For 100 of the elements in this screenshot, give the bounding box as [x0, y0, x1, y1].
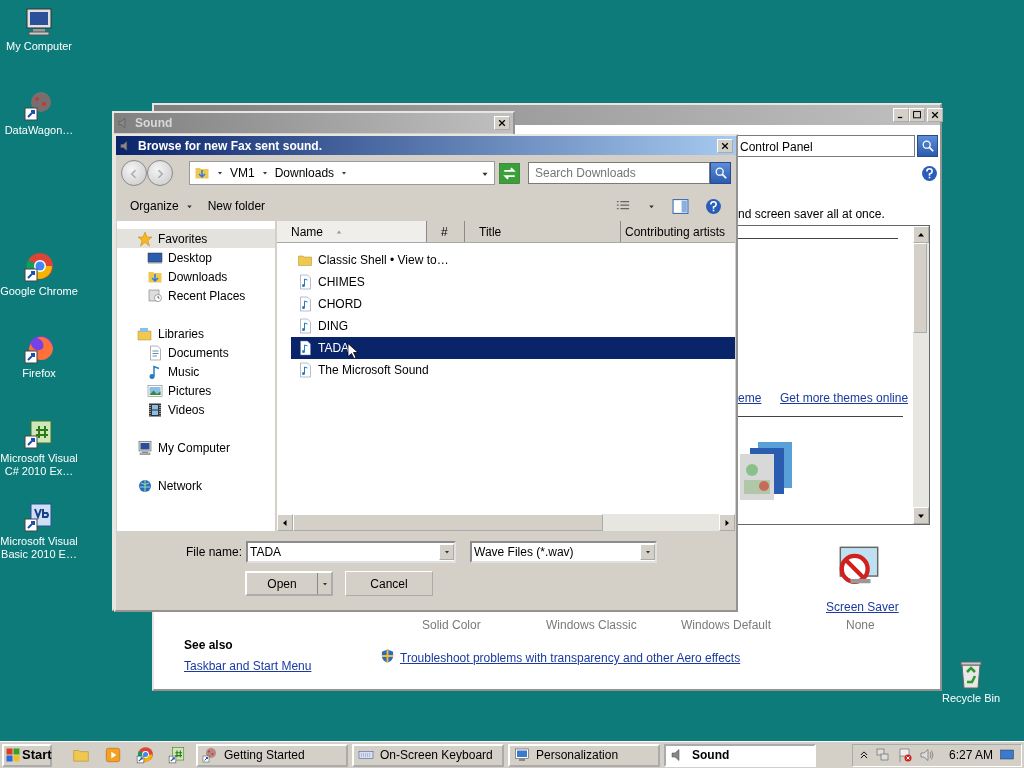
- code-editor-icon[interactable]: [23, 501, 55, 533]
- scrollbar[interactable]: [277, 514, 735, 531]
- monitor-icon[interactable]: [999, 747, 1015, 763]
- close-icon: [720, 140, 730, 151]
- nav-item[interactable]: Libraries: [117, 324, 275, 343]
- close-icon: [497, 118, 507, 128]
- theme-label[interactable]: Windows Default: [681, 616, 772, 634]
- nav-item[interactable]: Pictures: [117, 381, 275, 400]
- folder-icon: [297, 252, 313, 268]
- caret-icon[interactable]: [260, 169, 269, 177]
- cancel-button[interactable]: Cancel: [345, 571, 433, 596]
- audio-file-icon: [297, 362, 313, 378]
- icon-label[interactable]: Microsoft Visual C# 2010 Ex…: [0, 452, 81, 478]
- computer-icon: [137, 439, 153, 456]
- warning-flag-icon[interactable]: [896, 747, 913, 763]
- file-row[interactable]: CHORD: [291, 293, 735, 315]
- nav-item[interactable]: My Computer: [117, 438, 275, 457]
- star-icon: [137, 230, 153, 247]
- link[interactable]: eme: [738, 389, 762, 407]
- nav-item[interactable]: Downloads: [117, 267, 275, 286]
- nav-item[interactable]: Network: [117, 476, 275, 495]
- dropdown-arrow-icon[interactable]: [643, 548, 652, 556]
- icon-label[interactable]: My Computer: [6, 40, 72, 53]
- dropdown-arrow-icon[interactable]: [442, 548, 451, 556]
- refresh-icon[interactable]: [499, 162, 520, 184]
- breadcrumb-item[interactable]: Downloads: [274, 164, 335, 182]
- taskbar-button[interactable]: Personalization: [508, 743, 660, 767]
- computer-icon[interactable]: [23, 6, 55, 38]
- browser-icon[interactable]: [23, 333, 55, 365]
- link[interactable]: Troubleshoot problems with transparency and other Aero effects: [400, 649, 741, 667]
- column-header[interactable]: Title: [465, 221, 621, 242]
- windows-flag-icon: [5, 747, 21, 763]
- close-button[interactable]: [927, 108, 943, 122]
- theme-label[interactable]: Solid Color: [422, 616, 481, 634]
- file-row[interactable]: CHIMES: [291, 271, 735, 293]
- column-header[interactable]: Name: [277, 221, 427, 242]
- caret-icon[interactable]: [216, 169, 224, 177]
- back-button[interactable]: [121, 160, 147, 186]
- help-icon[interactable]: [921, 165, 938, 182]
- browser-icon[interactable]: [136, 746, 154, 764]
- scroll-left-icon[interactable]: [281, 518, 289, 527]
- nav-item[interactable]: Desktop: [117, 248, 275, 267]
- breadcrumb-item[interactable]: VM1: [230, 164, 255, 182]
- description-text: nd screen saver all at once.: [738, 206, 885, 223]
- icon-label[interactable]: Google Chrome: [0, 285, 78, 298]
- taskbar-button[interactable]: Getting Started: [196, 743, 348, 767]
- scrollbar[interactable]: [913, 226, 929, 524]
- chevron-up-icon[interactable]: [858, 749, 869, 761]
- film-icon: [147, 401, 163, 418]
- start-button[interactable]: Start: [2, 743, 52, 767]
- media-player-icon[interactable]: [104, 746, 122, 764]
- search-button[interactable]: [710, 162, 731, 184]
- window-title: Browse for new Fax sent sound.: [138, 137, 323, 155]
- link[interactable]: Taskbar and Start Menu: [184, 657, 312, 675]
- file-row[interactable]: DING: [291, 315, 735, 337]
- forward-button[interactable]: [147, 160, 173, 186]
- icon-label[interactable]: DataWagon…: [4, 124, 74, 137]
- icon-label[interactable]: Recycle Bin: [941, 692, 1001, 705]
- screen-saver-link[interactable]: Screen Saver: [826, 598, 899, 616]
- file-row[interactable]: Classic Shell • View to…: [291, 249, 735, 271]
- open-button[interactable]: Open: [245, 571, 333, 596]
- code-editor-icon[interactable]: [168, 746, 186, 764]
- theme-label[interactable]: Windows Classic: [546, 616, 637, 634]
- taskbar-button[interactable]: On-Screen Keyboard: [352, 743, 504, 767]
- file-name-field[interactable]: TADA: [246, 541, 456, 563]
- toolbar-button[interactable]: New folder: [207, 197, 266, 215]
- audio-file-icon: [297, 318, 313, 334]
- search-button[interactable]: [917, 135, 938, 157]
- address-bar[interactable]: VM1 Downloads: [189, 161, 495, 185]
- clock[interactable]: 6:27 AM: [948, 746, 993, 764]
- nav-item[interactable]: Music: [117, 362, 275, 381]
- close-button[interactable]: [494, 116, 510, 130]
- icon-label[interactable]: Firefox: [22, 367, 56, 380]
- caret-icon[interactable]: [340, 169, 349, 177]
- column-header[interactable]: #: [427, 221, 465, 242]
- toolbar-button[interactable]: Organize: [130, 197, 194, 215]
- help-icon[interactable]: [705, 197, 722, 215]
- link[interactable]: Get more themes online: [780, 389, 909, 407]
- code-editor-icon[interactable]: [23, 418, 55, 450]
- close-button[interactable]: [717, 138, 733, 153]
- preview-pane-icon[interactable]: [672, 197, 689, 215]
- nav-item[interactable]: Recent Places: [117, 286, 275, 305]
- icon-label[interactable]: Microsoft Visual Basic 2010 E…: [0, 535, 81, 561]
- recent-places-icon: [147, 287, 163, 304]
- scroll-right-icon[interactable]: [723, 518, 731, 527]
- taskbar-button[interactable]: Sound: [664, 743, 816, 767]
- picture-icon: [147, 382, 163, 399]
- browser-icon[interactable]: [23, 251, 55, 283]
- search-field[interactable]: Search Downloads: [528, 162, 710, 184]
- address-field[interactable]: Control Panel: [737, 135, 915, 157]
- file-row[interactable]: TADA: [291, 337, 735, 359]
- library-icon: [137, 325, 153, 342]
- nav-item[interactable]: Videos: [117, 400, 275, 419]
- nav-item[interactable]: Documents: [117, 343, 275, 362]
- file-row[interactable]: The Microsoft Sound: [291, 359, 735, 381]
- nav-item[interactable]: Favorites: [117, 229, 275, 248]
- column-header[interactable]: Contributing artists: [621, 221, 735, 242]
- file-type-dropdown[interactable]: Wave Files (*.wav): [470, 541, 657, 563]
- audio-file-icon: [297, 340, 313, 356]
- maximize-button[interactable]: [909, 108, 925, 122]
